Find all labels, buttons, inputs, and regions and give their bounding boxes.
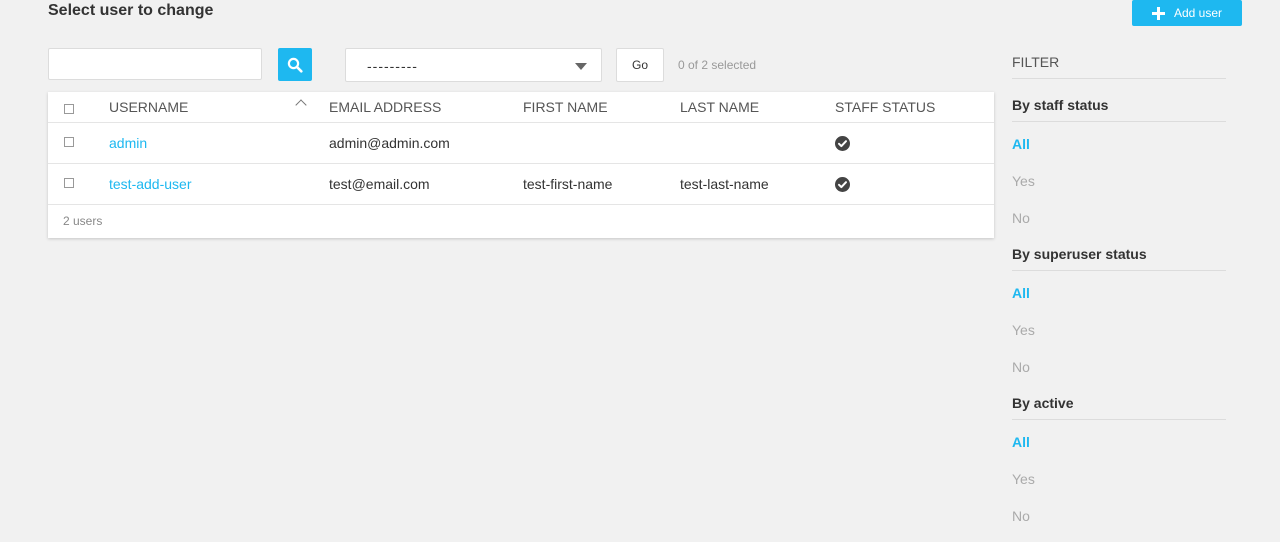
column-header-first-name[interactable]: FIRST NAME [523, 99, 608, 115]
results-table: USERNAME EMAIL ADDRESS FIRST NAME LAST N… [48, 92, 994, 238]
plus-icon [1151, 6, 1165, 20]
filter-option-staff-all[interactable]: All [1012, 136, 1030, 152]
email-cell: test@email.com [329, 176, 430, 192]
column-header-staff-status[interactable]: STAFF STATUS [835, 99, 935, 115]
sort-ascending-icon[interactable] [295, 99, 307, 111]
filter-option-active-all[interactable]: All [1012, 434, 1030, 450]
filter-title: FILTER [1012, 54, 1226, 79]
action-select[interactable]: --------- [345, 48, 602, 82]
search-input[interactable] [48, 48, 262, 80]
selected-counter: 0 of 2 selected [678, 58, 757, 72]
page-title: Select user to change [48, 2, 214, 19]
filter-heading-staff-status: By staff status [1012, 97, 1226, 122]
filter-option-superuser-yes[interactable]: Yes [1012, 322, 1035, 338]
search-button[interactable] [278, 48, 312, 81]
result-count: 2 users [63, 214, 103, 228]
filter-option-active-no[interactable]: No [1012, 508, 1030, 524]
username-link[interactable]: test-add-user [109, 176, 191, 192]
email-cell: admin@admin.com [329, 135, 450, 151]
table-row: admin admin@admin.com [48, 123, 994, 164]
row-checkbox[interactable] [64, 137, 74, 147]
column-header-last-name[interactable]: LAST NAME [680, 99, 759, 115]
user-changelist-page: Select user to change Add user ---------… [0, 0, 1280, 542]
filter-option-staff-yes[interactable]: Yes [1012, 173, 1035, 189]
filter-heading-superuser-status: By superuser status [1012, 246, 1226, 271]
username-link[interactable]: admin [109, 135, 147, 151]
select-all-checkbox[interactable] [64, 104, 74, 114]
table-header: USERNAME EMAIL ADDRESS FIRST NAME LAST N… [48, 92, 994, 123]
table-row: test-add-user test@email.com test-first-… [48, 164, 994, 205]
row-checkbox[interactable] [64, 178, 74, 188]
check-circle-icon [835, 136, 850, 151]
last-name-cell: test-last-name [680, 176, 769, 192]
column-header-email[interactable]: EMAIL ADDRESS [329, 99, 441, 115]
action-select-value: --------- [367, 58, 418, 74]
column-header-username[interactable]: USERNAME [109, 99, 188, 115]
filter-option-superuser-no[interactable]: No [1012, 359, 1030, 375]
add-user-button[interactable]: Add user [1132, 0, 1242, 26]
chevron-down-icon [575, 63, 587, 70]
check-circle-icon [835, 177, 850, 192]
filter-heading-active: By active [1012, 395, 1226, 420]
add-user-label: Add user [1173, 6, 1223, 20]
filter-option-active-yes[interactable]: Yes [1012, 471, 1035, 487]
search-icon [287, 57, 303, 73]
go-button[interactable]: Go [616, 48, 664, 82]
filter-option-staff-no[interactable]: No [1012, 210, 1030, 226]
filter-option-superuser-all[interactable]: All [1012, 285, 1030, 301]
first-name-cell: test-first-name [523, 176, 613, 192]
